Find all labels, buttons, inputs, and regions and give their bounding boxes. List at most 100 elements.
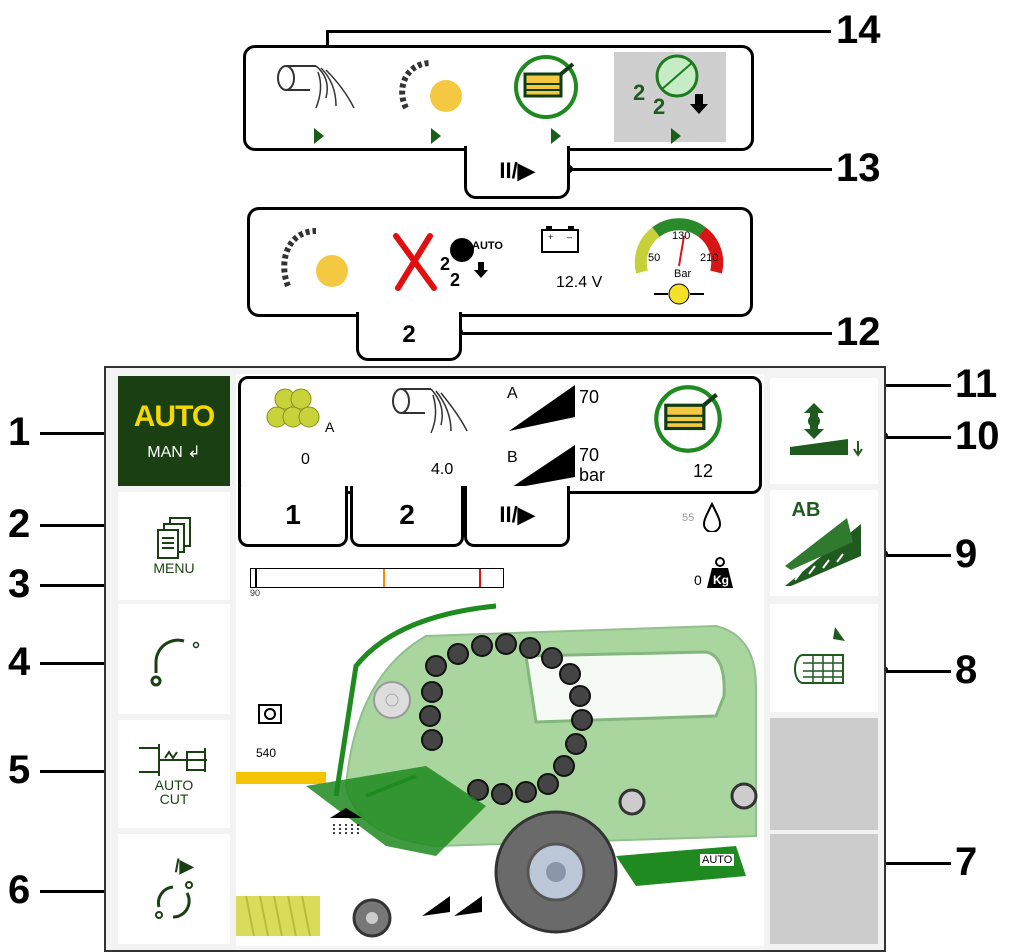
callout-8: 8: [955, 648, 978, 692]
leader-line: [884, 554, 951, 557]
fill-level-bar: [250, 568, 504, 588]
leader-line: [40, 432, 112, 435]
moisture-value: 55: [682, 512, 695, 524]
callout-1: 1: [8, 410, 31, 454]
tab-pause-play-label: II/▶: [499, 502, 535, 527]
callout-14: 14: [836, 8, 881, 52]
pickup-height-icon: [790, 403, 863, 457]
leader-line: [570, 168, 832, 171]
gauge-left-label: 50: [648, 252, 661, 264]
gauge-top-label: 130: [672, 230, 691, 242]
moisture-drop-icon: [702, 502, 722, 532]
bar-marker-start: [255, 569, 257, 587]
menu-label: MENU: [153, 560, 195, 576]
bale-counter-group: A: [325, 419, 335, 435]
auto-cut-label: AUTO CUT: [154, 777, 194, 807]
callout-9: 9: [955, 532, 978, 576]
leader-line: [884, 670, 951, 673]
svg-text:2: 2: [440, 254, 450, 274]
knife-pressure-unit: bar: [579, 465, 606, 485]
callout-2: 2: [8, 502, 31, 546]
callout-6: 6: [8, 868, 31, 912]
terminal-screen: AUTO MAN ↲ MENU AUTO CUT /▶ AB A 0 4.0 A…: [104, 366, 886, 952]
knife-a-value: 70: [579, 387, 600, 407]
gauge-unit-label: Bar: [674, 268, 692, 280]
callout-7: 7: [955, 840, 978, 884]
bar-marker-red: [479, 569, 481, 587]
machine-view: A 0 4.0 A 70 B 70 bar 12 1 2 II/▶ 55 0 K…: [236, 374, 764, 946]
net-wrap-icon: [794, 627, 845, 684]
rotation-button[interactable]: /▶: [118, 834, 230, 944]
svg-text:Kg: Kg: [713, 573, 729, 587]
tailgate-open-icon: [150, 638, 200, 687]
baler-illustration: [236, 603, 758, 938]
knife-b-value: 70: [579, 445, 600, 465]
rotation-icon: [155, 880, 193, 919]
svg-text:+: +: [548, 232, 553, 242]
auto-label: AUTO: [472, 240, 503, 252]
play-indicator-icon: [314, 128, 324, 144]
svg-text:2: 2: [653, 94, 665, 119]
play-indicator-icon: [671, 128, 681, 144]
net-roll-icon[interactable]: [276, 58, 356, 118]
menu-button[interactable]: MENU: [118, 492, 230, 600]
net-value: 4.0: [431, 461, 454, 478]
pickup-icon: [654, 385, 722, 453]
weight-icon: Kg: [707, 557, 733, 588]
knife-a-icon: [509, 385, 575, 431]
pickup-height-button[interactable]: [770, 378, 878, 484]
panel-12-tab[interactable]: 2: [356, 312, 462, 361]
tab-2[interactable]: 2: [350, 486, 464, 547]
tab-pause-play[interactable]: II/▶: [464, 486, 570, 547]
bale-chamber-icon[interactable]: [396, 58, 466, 118]
callout-4: 4: [8, 640, 31, 684]
function-panel-14: 2 2: [243, 45, 754, 151]
info-box-11: A 0 4.0 A 70 B 70 bar 12: [238, 376, 762, 494]
leader-line: [460, 332, 832, 335]
bar-marker-orange: [383, 569, 385, 587]
pause-play-label: II/▶: [499, 158, 535, 183]
callout-5: 5: [8, 748, 31, 792]
leader-line: [40, 770, 112, 773]
auto-cut-button[interactable]: AUTO CUT: [118, 720, 230, 828]
auto-label: AUTO: [133, 400, 215, 433]
bale-chamber-icon: [281, 228, 348, 288]
callout-3: 3: [8, 562, 31, 606]
tab-2-label: 2: [399, 499, 415, 530]
man-label: MAN ↲: [147, 444, 201, 461]
gauge-right-label: 210: [700, 252, 719, 264]
svg-text:–: –: [567, 232, 572, 242]
battery-icon: + –: [541, 226, 579, 253]
empty-slot: [770, 718, 878, 830]
auto-man-button[interactable]: AUTO MAN ↲: [118, 376, 230, 486]
battery-voltage: 12.4 V: [556, 274, 603, 291]
tab-1-label: 1: [285, 499, 301, 530]
leader-line: [326, 30, 831, 33]
auto-mode-label: AUTO: [700, 854, 735, 866]
knife-selection-button[interactable]: AB: [770, 490, 878, 596]
bale-counter-value: 0: [301, 451, 310, 468]
weight-value: 0: [694, 572, 702, 588]
knife-group-icon[interactable]: 2 2: [631, 54, 711, 120]
panel-12-tab-label: 2: [402, 321, 416, 348]
callout-12: 12: [836, 310, 881, 354]
net-roll-icon: [392, 388, 468, 434]
cutting-unit-icon: [139, 744, 207, 776]
status-panel-12: 2 2 AUTO + – 12.4 V 130 50 210 Bar: [247, 207, 753, 317]
cross-icon: [393, 233, 437, 291]
callout-11: 11: [955, 362, 998, 406]
leader-line: [40, 524, 112, 527]
callout-13: 13: [836, 146, 881, 190]
pickup-value: 12: [693, 461, 714, 481]
menu-icon: [157, 517, 191, 559]
bale-counter-icon: [266, 388, 320, 428]
tab-1[interactable]: 1: [238, 486, 348, 547]
pause-play-tab[interactable]: II/▶: [464, 146, 570, 199]
pickup-icon[interactable]: [511, 54, 581, 120]
net-wrap-button[interactable]: [770, 604, 878, 712]
rotation-play-label: /▶: [174, 855, 194, 876]
leader-line: [884, 436, 951, 439]
tailgate-button[interactable]: [118, 604, 230, 714]
play-indicator-icon: [431, 128, 441, 144]
empty-slot: [770, 834, 878, 944]
